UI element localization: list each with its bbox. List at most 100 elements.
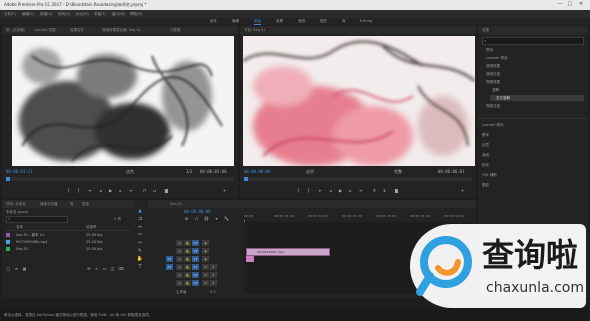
workspace-tab[interactable]: 库 (342, 19, 346, 24)
project-row[interactable]: Seq 01 25.00 fps (6, 246, 126, 253)
menu-file[interactable]: 文件(F) (4, 12, 16, 17)
source-timecode-in[interactable]: 00:00:01:21 (6, 169, 33, 174)
lock-track-icon[interactable]: 🔒 (184, 272, 191, 278)
program-playhead[interactable] (244, 177, 248, 181)
type-tool-icon[interactable]: T (136, 264, 144, 271)
source-patch-a1[interactable]: A1 (166, 264, 173, 270)
menu-edit[interactable]: 编辑(E) (22, 12, 34, 17)
project-row[interactable]: Seq 01 - 副本 01 25.00 fps (6, 232, 126, 239)
track-label-a2[interactable]: A2 (192, 272, 199, 278)
tab-effect-controls[interactable]: 效果控件 (70, 28, 84, 33)
master-track-value[interactable]: 0.0 (210, 290, 216, 294)
workspace-tab-active[interactable]: 颜色 (254, 19, 261, 25)
razor-tool-icon[interactable]: ✂ (136, 232, 144, 239)
track-select-tool-icon[interactable]: ⇉ (136, 216, 144, 223)
maximize-button[interactable]: □ (566, 1, 574, 8)
add-button-icon[interactable]: + (460, 188, 465, 193)
workspace-tab[interactable]: 效果 (276, 19, 283, 24)
lumetri-section-color-wheels[interactable]: 色轮 (482, 163, 489, 168)
ripple-edit-tool-icon[interactable]: ⟛ (136, 224, 144, 231)
mute-icon[interactable]: M (202, 264, 209, 270)
menu-clip[interactable]: 剪辑(C) (40, 12, 52, 17)
go-to-in-icon[interactable]: ⇤ (318, 188, 323, 193)
toggle-sync-lock-icon[interactable]: ⊟ (176, 280, 183, 286)
effects-search-input[interactable]: ⌕ (482, 37, 584, 45)
step-back-icon[interactable]: ◂ (98, 188, 103, 193)
column-frame-rate[interactable]: 帧速率 (86, 225, 97, 230)
icon-view-icon[interactable]: ▦ (22, 266, 27, 271)
new-bin-icon[interactable]: ▭ (102, 266, 107, 271)
overwrite-icon[interactable]: ⊔ (152, 188, 157, 193)
track-label-v2[interactable]: V2 (192, 248, 199, 254)
source-zoom-select[interactable]: 适合 (126, 169, 134, 175)
program-timecode-in[interactable]: 00:00:00:00 (244, 169, 271, 174)
add-button-icon[interactable]: + (222, 188, 227, 193)
hand-tool-icon[interactable]: ✋ (136, 256, 144, 263)
workspace-tab[interactable]: 组件 (210, 19, 217, 24)
track-label-v3[interactable]: V3 (192, 240, 199, 246)
program-time-ruler[interactable] (244, 177, 472, 181)
mark-in-icon[interactable]: { (296, 188, 301, 193)
track-label-a1[interactable]: A1 (192, 264, 199, 270)
linked-selection-icon[interactable]: ⛓ (204, 216, 209, 221)
source-patch-v1[interactable]: V1 (166, 256, 173, 262)
project-search-input[interactable]: ⌕ (6, 216, 68, 223)
list-view-icon[interactable]: ≡ (14, 266, 19, 271)
lift-icon[interactable]: ⊼ (372, 188, 377, 193)
lumetri-section-basic[interactable]: 基本 (482, 133, 489, 138)
tab-info[interactable]: 信息 (82, 202, 89, 207)
solo-icon[interactable]: S (210, 264, 217, 270)
step-forward-icon[interactable]: ▸ (118, 188, 123, 193)
program-zoom-select[interactable]: 适合 (306, 169, 314, 175)
close-button[interactable]: ✕ (577, 1, 585, 8)
effects-folder-lumetri-presets[interactable]: Lumetri 预设 (486, 56, 508, 61)
solo-icon[interactable]: S (210, 272, 217, 278)
new-item-icon[interactable]: ◫ (110, 266, 115, 271)
minimize-button[interactable]: — (556, 1, 564, 8)
tab-libraries[interactable]: 库 (70, 202, 74, 207)
step-back-icon[interactable]: ◂ (328, 188, 333, 193)
eye-icon[interactable]: ◉ (202, 240, 209, 246)
lumetri-section-vignette[interactable]: 晕影 (482, 183, 489, 188)
workspace-tab[interactable]: 图形 (320, 19, 327, 24)
timeline-timecode[interactable]: 00:00:00:00 (184, 209, 211, 214)
timeline-clip-fx-badge[interactable] (246, 256, 254, 262)
add-marker-icon[interactable]: ▾ (214, 216, 219, 221)
selection-tool-icon[interactable]: ▲ (136, 208, 144, 215)
workspace-tab[interactable]: Editing (360, 19, 372, 23)
lumetri-section-header[interactable]: Lumetri 颜色 (482, 123, 504, 128)
tab-audio-clip-mixer[interactable]: 音频剪辑混合器: Seq 01 (102, 28, 141, 33)
effects-panel-title[interactable]: 效果 (482, 28, 489, 33)
effects-folder-video-effects[interactable]: 视频效果 (486, 80, 500, 85)
step-forward-icon[interactable]: ▸ (348, 188, 353, 193)
play-icon[interactable]: ▶ (108, 188, 113, 193)
tab-project[interactable]: 项目: 未命名 (6, 202, 26, 207)
export-frame-icon[interactable]: ◙ (394, 188, 399, 193)
mute-icon[interactable]: M (202, 280, 209, 286)
mark-out-icon[interactable]: } (306, 188, 311, 193)
find-icon[interactable]: ⌕ (94, 266, 99, 271)
toggle-sync-lock-icon[interactable]: ⊟ (176, 264, 183, 270)
source-resolution-select[interactable]: 1/2 (186, 169, 192, 174)
automate-icon[interactable]: ⟲ (86, 266, 91, 271)
toggle-sync-lock-icon[interactable]: ⊟ (176, 272, 183, 278)
lumetri-section-curves[interactable]: 曲线 (482, 153, 489, 158)
workspace-tab[interactable]: 音频 (298, 19, 305, 24)
mark-in-icon[interactable]: { (66, 188, 71, 193)
mute-icon[interactable]: M (202, 272, 209, 278)
lock-icon[interactable]: ▢ (6, 266, 11, 271)
column-name[interactable]: 名称 (16, 225, 23, 230)
insert-icon[interactable]: ⊓ (142, 188, 147, 193)
trash-icon[interactable]: ⌫ (118, 266, 124, 271)
effects-folder-video-transitions[interactable]: 视频过渡 (486, 104, 500, 109)
lumetri-section-hsl[interactable]: HSL 辅助 (482, 173, 497, 178)
mark-out-icon[interactable]: } (76, 188, 81, 193)
lock-track-icon[interactable]: 🔒 (184, 248, 191, 254)
snap-icon[interactable]: ∩ (194, 216, 199, 221)
tab-lumetri-scopes[interactable]: Lumetri 范围 (34, 28, 56, 33)
toggle-sync-lock-icon[interactable]: ⊟ (176, 248, 183, 254)
effects-folder-audio-effects[interactable]: 音频效果 (486, 64, 500, 69)
menu-title[interactable]: 字幕(T) (94, 12, 106, 17)
menu-sequence[interactable]: 序列(S) (58, 12, 70, 17)
source-playhead[interactable] (6, 177, 10, 181)
